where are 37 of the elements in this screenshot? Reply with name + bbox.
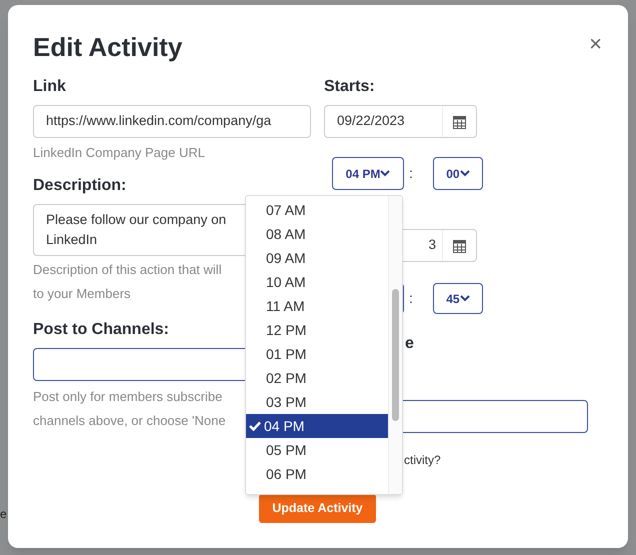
start-date-field[interactable]: 09/22/2023	[324, 105, 477, 138]
menu-item[interactable]: 06 PM	[246, 462, 388, 486]
link-field[interactable]: https://www.linkedin.com/company/ga	[33, 105, 311, 138]
field-label: Starts:	[324, 77, 376, 97]
menu-item[interactable]: 05 PM	[246, 438, 388, 462]
help-text: to your Members	[33, 285, 131, 303]
scrollbar-thumb[interactable]	[392, 289, 399, 421]
time-separator: :	[409, 289, 413, 308]
menu-item[interactable]: 02 PM	[246, 366, 388, 390]
minute-select[interactable]: 45	[432, 283, 483, 314]
page-text: e	[0, 507, 7, 521]
menu-item[interactable]: 10 AM	[246, 270, 388, 294]
help-text: Post only for members subscribe	[33, 388, 222, 406]
field-label: Description:	[33, 176, 128, 196]
menu-item[interactable]: 03 PM	[246, 390, 388, 414]
menu-item[interactable]: 12 PM	[246, 318, 388, 342]
chevron-down-icon	[460, 170, 470, 177]
minute-select[interactable]: 00	[432, 157, 483, 190]
menu-item[interactable]: 11 AM	[246, 294, 388, 318]
time-separator: :	[409, 164, 413, 183]
checkmark-icon	[249, 421, 261, 431]
dialog-title: Edit Activity	[33, 31, 182, 63]
help-text: LinkedIn Company Page URL	[33, 144, 206, 162]
help-text: channels above, or choose 'None	[33, 412, 226, 430]
calendar-icon	[453, 238, 466, 252]
chevron-down-icon	[460, 295, 470, 302]
menu-item[interactable]: 04 PM	[246, 414, 388, 438]
field-label: Post to Channels:	[33, 320, 170, 340]
field-label: Link	[33, 77, 67, 97]
field-label: e	[405, 334, 414, 354]
calendar-icon	[453, 114, 466, 128]
help-text: Description of this action that will	[33, 261, 222, 279]
menu-item[interactable]: 01 PM	[246, 342, 388, 366]
close-button[interactable]: ×	[589, 33, 602, 55]
question-text: ctivity?	[404, 452, 442, 469]
chevron-down-icon	[380, 170, 390, 177]
hour-select[interactable]: 04 PM	[332, 157, 404, 190]
